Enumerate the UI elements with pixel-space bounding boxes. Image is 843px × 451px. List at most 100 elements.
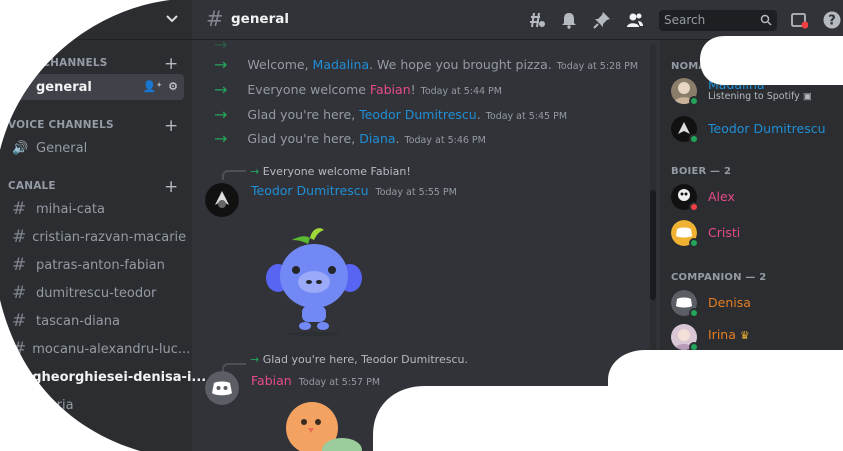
gear-icon[interactable]: ⚙ xyxy=(168,80,178,93)
channel-item[interactable]: # mocanu-alexandru-luc... xyxy=(8,336,190,362)
server-header[interactable] xyxy=(0,0,192,40)
voice-channel-general[interactable]: 🔊 General xyxy=(8,135,184,161)
chevron-down-icon[interactable] xyxy=(165,12,179,26)
member-item[interactable]: Madalina Listening to Spotify ▣ xyxy=(671,77,841,110)
channel-label: maria xyxy=(36,397,74,413)
member-name: Denisa xyxy=(708,295,751,310)
timestamp: Today at 5:28 PM xyxy=(556,61,639,72)
channel-label: tascan-diana xyxy=(36,313,120,329)
category-voice-channels[interactable]: VOICE CHANNELS xyxy=(8,119,114,131)
online-status-icon xyxy=(689,308,699,318)
channel-sidebar: TEXT CHANNELS + # general 👤⁺ ⚙ VOICE CHA… xyxy=(0,0,206,451)
online-status-icon xyxy=(689,96,699,106)
channel-item[interactable]: # cristian-razvan-macarie xyxy=(8,224,187,250)
spotify-icon: ▣ xyxy=(802,91,812,102)
member-name: Alex xyxy=(708,189,735,204)
join-arrow-icon: → xyxy=(214,80,228,99)
channel-item[interactable]: # maria xyxy=(8,392,184,418)
avatar[interactable] xyxy=(205,183,239,217)
crown-icon: ♛ xyxy=(739,329,750,342)
channel-label: gheorghiesei-denisa-i... xyxy=(32,369,207,385)
discord-window: TEXT CHANNELS + # general 👤⁺ ⚙ VOICE CHA… xyxy=(0,0,843,451)
hash-icon: # xyxy=(12,339,27,359)
message-author[interactable]: Teodor Dumitrescu Today at 5:55 PM xyxy=(251,183,457,198)
member-item[interactable]: Cristi xyxy=(671,220,841,252)
timestamp: Today at 5:55 PM xyxy=(375,187,457,198)
channel-item[interactable]: # patras-anton-fabian xyxy=(8,252,184,278)
add-channel-icon[interactable]: + xyxy=(164,56,178,73)
member-group-title: NOMAD — 2 xyxy=(671,61,740,72)
member-list: NOMAD — 2 Madalina Listening to Spotify … xyxy=(660,40,843,451)
member-item[interactable]: Denisa xyxy=(671,290,841,322)
member-group-title: COMPANION — 2 xyxy=(671,272,767,283)
avatar[interactable] xyxy=(205,371,239,405)
channel-item[interactable]: # dumitrescu-teodor xyxy=(8,280,184,306)
category-canale[interactable]: CANALE xyxy=(8,180,56,192)
hash-icon: # xyxy=(12,227,27,247)
reply-preview[interactable]: → Glad you're here, Teodor Dumitrescu. xyxy=(250,353,468,366)
message-author[interactable]: Fabian Today at 5:57 PM xyxy=(251,373,380,388)
search-input[interactable]: Search xyxy=(659,10,777,31)
hash-icon: # xyxy=(12,199,27,219)
hash-icon: # xyxy=(12,395,27,415)
reply-connector xyxy=(222,170,246,180)
timestamp: Today at 5:45 PM xyxy=(485,111,568,122)
member-item[interactable]: Alex xyxy=(671,184,841,216)
add-channel-icon[interactable]: + xyxy=(164,118,178,135)
online-status-icon xyxy=(689,134,699,144)
threads-icon[interactable] xyxy=(528,11,546,29)
hash-icon: # xyxy=(206,7,224,31)
hash-icon: # xyxy=(12,255,27,275)
hash-icon: # xyxy=(12,283,27,303)
channel-header: # general Search ? xyxy=(192,0,843,40)
join-arrow-icon: → xyxy=(214,129,228,148)
channel-item-unread[interactable]: # gheorghiesei-denisa-i... xyxy=(8,364,206,390)
channel-label: dumitrescu-teodor xyxy=(36,285,157,301)
channel-label: General xyxy=(36,140,88,156)
timestamp: Today at 5:57 PM xyxy=(298,377,381,388)
timestamp: Today at 5:44 PM xyxy=(420,86,502,97)
member-name: Madalina xyxy=(708,77,765,92)
reply-preview[interactable]: → Everyone welcome Fabian! xyxy=(250,165,411,178)
join-arrow-icon: → xyxy=(250,165,263,178)
search-placeholder: Search xyxy=(664,13,706,27)
hash-icon: # xyxy=(12,367,27,387)
members-icon[interactable] xyxy=(626,11,644,29)
pin-icon[interactable] xyxy=(593,11,611,29)
member-item[interactable]: Irina ♛ xyxy=(671,324,841,356)
join-arrow-icon: → xyxy=(214,55,228,74)
add-channel-icon[interactable]: + xyxy=(164,179,178,196)
channel-general[interactable]: # general 👤⁺ ⚙ xyxy=(8,74,184,100)
username-link[interactable]: Diana xyxy=(359,131,395,146)
help-icon[interactable]: ? xyxy=(823,11,841,29)
channel-item[interactable]: # mihai-cata xyxy=(8,196,184,222)
member-name: Cristi xyxy=(708,225,741,240)
wumpus-sticker[interactable] xyxy=(262,226,366,336)
system-message: → Glad you're here, Diana. Today at 5:46 P… xyxy=(214,129,486,148)
channel-label: cristian-razvan-macarie xyxy=(32,229,187,245)
invite-icon[interactable]: 👤⁺ xyxy=(143,80,163,93)
member-activity: Listening to Spotify ▣ xyxy=(708,91,812,102)
channel-label: patras-anton-fabian xyxy=(36,257,165,273)
join-arrow-icon: → xyxy=(214,35,228,54)
join-arrow-icon: → xyxy=(214,105,228,124)
inbox-icon[interactable] xyxy=(790,11,808,29)
scrollbar-thumb[interactable] xyxy=(650,190,656,300)
bell-icon[interactable] xyxy=(560,11,578,29)
member-name: Teodor Dumitrescu xyxy=(708,121,826,136)
username-link[interactable]: Fabian xyxy=(370,82,411,97)
username-link[interactable]: Teodor Dumitrescu xyxy=(359,107,477,122)
speaker-icon: 🔊 xyxy=(12,140,29,156)
search-icon xyxy=(760,14,772,26)
bird-sticker[interactable] xyxy=(282,400,362,451)
dnd-status-icon xyxy=(689,202,699,212)
system-message: → Everyone welcome Fabian! Today at 5:44 P… xyxy=(214,80,502,99)
member-item[interactable]: Teodor Dumitrescu xyxy=(671,116,841,148)
online-status-icon xyxy=(689,342,699,352)
username-link[interactable]: Madalina xyxy=(313,57,370,72)
category-text-channels[interactable]: TEXT CHANNELS xyxy=(8,57,107,69)
channel-title: general xyxy=(231,11,289,27)
member-name: Irina ♛ xyxy=(708,327,750,342)
channel-item[interactable]: # tascan-diana xyxy=(8,308,184,334)
system-message: → Glad you're here, Teodor Dumitrescu. Tod… xyxy=(214,105,568,124)
